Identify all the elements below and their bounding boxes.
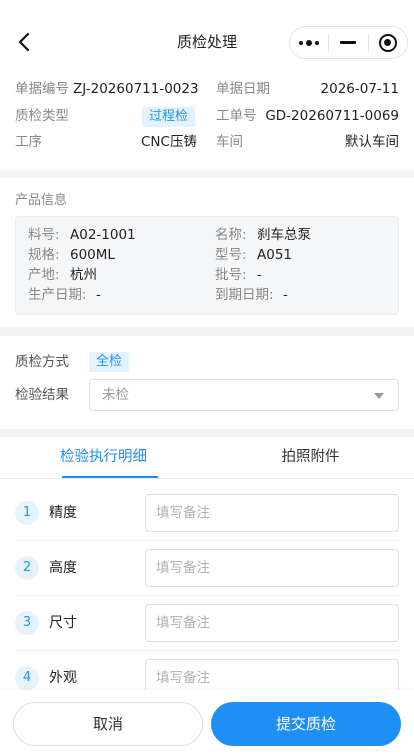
- bottom-action-bar: 取消 提交质检: [0, 690, 414, 756]
- batch-value: -: [257, 267, 262, 283]
- origin-value: 杭州: [70, 267, 97, 283]
- list-item: 2 高度: [0, 541, 414, 596]
- note-input[interactable]: [145, 494, 399, 532]
- model-value: A051: [257, 247, 293, 263]
- result-select[interactable]: 未检: [89, 379, 399, 411]
- qc-type-label: 质检类型: [15, 108, 69, 124]
- exp-date-value: -: [283, 287, 288, 303]
- minimize-button[interactable]: [329, 27, 367, 58]
- method-tag: 全检: [89, 352, 130, 372]
- model-label: 型号:: [215, 247, 247, 263]
- method-label: 质检方式: [15, 354, 69, 370]
- mfg-date-label: 生产日期:: [28, 287, 87, 303]
- process-value: CNC压铸: [141, 134, 197, 150]
- item-number-badge: 3: [15, 611, 39, 635]
- process-label: 工序: [15, 134, 42, 150]
- tab-inspection-details[interactable]: 检验执行明细: [0, 437, 207, 479]
- item-number-badge: 2: [15, 556, 39, 580]
- item-name: 外观: [49, 670, 77, 686]
- method-value: 全检: [89, 352, 130, 372]
- name-value: 刹车总泵: [257, 227, 311, 243]
- list-item: 3 尺寸: [0, 596, 414, 651]
- more-dots-icon: [299, 39, 320, 46]
- tab-bar: 检验执行明细 拍照附件: [0, 437, 414, 479]
- doc-date-value: 2026-07-11: [320, 81, 399, 97]
- item-name: 尺寸: [49, 615, 77, 631]
- more-button[interactable]: [290, 27, 328, 58]
- minimize-icon: [340, 41, 357, 44]
- result-label: 检验结果: [15, 387, 69, 403]
- origin-label: 产地:: [28, 267, 60, 283]
- note-input[interactable]: [145, 549, 399, 587]
- work-order-value: GD-20260711-0069: [265, 108, 399, 124]
- item-name: 高度: [49, 560, 77, 576]
- product-info-title: 产品信息: [15, 193, 68, 208]
- item-name: 精度: [49, 505, 77, 521]
- item-number-badge: 1: [15, 501, 39, 525]
- name-label: 名称:: [215, 227, 247, 243]
- header-row: 质检类型 过程检 工单号 GD-20260711-0069: [15, 106, 399, 127]
- work-order-label: 工单号: [216, 108, 257, 124]
- active-tab-indicator: [62, 476, 158, 478]
- close-button[interactable]: [369, 27, 407, 58]
- exp-date-label: 到期日期:: [215, 287, 274, 303]
- tab-photo-attachments[interactable]: 拍照附件: [207, 437, 414, 479]
- submit-inspection-button[interactable]: 提交质检: [211, 702, 401, 746]
- spec-value: 600ML: [70, 247, 115, 263]
- qc-type-tag: 过程检: [142, 106, 196, 127]
- item-number-badge: 4: [15, 666, 39, 690]
- batch-label: 批号:: [215, 267, 247, 283]
- caret-down-icon: [374, 393, 384, 399]
- doc-no-value: ZJ-20260711-0023: [73, 81, 199, 97]
- workshop-value: 默认车间: [345, 134, 399, 150]
- material-value: A02-1001: [70, 227, 136, 243]
- qc-type-value: 过程检: [142, 107, 196, 127]
- list-item: 1 精度: [0, 486, 414, 541]
- cancel-button[interactable]: 取消: [13, 702, 203, 746]
- header-row: 单据编号 ZJ-20260711-0023 单据日期 2026-07-11: [15, 79, 399, 99]
- product-info-card: 料号: A02-1001 名称: 刹车总泵 规格: 600ML 型号: A051…: [15, 216, 399, 315]
- mini-program-capsule: [289, 26, 408, 59]
- inspection-section: 质检方式 全检 检验结果 未检: [0, 336, 414, 429]
- result-select-value: 未检: [102, 387, 129, 403]
- mfg-date-value: -: [96, 287, 101, 303]
- note-input[interactable]: [145, 604, 399, 642]
- close-target-icon: [378, 33, 397, 52]
- doc-date-label: 单据日期: [216, 81, 270, 97]
- workshop-label: 车间: [216, 134, 243, 150]
- document-header: 单据编号 ZJ-20260711-0023 单据日期 2026-07-11 质检…: [0, 70, 414, 170]
- doc-no-label: 单据编号: [15, 81, 69, 97]
- spec-label: 规格:: [28, 247, 60, 263]
- product-info-section: 产品信息 料号: A02-1001 名称: 刹车总泵 规格: 600ML 型号:…: [0, 178, 414, 327]
- header-row: 工序 CNC压铸 车间 默认车间: [15, 132, 399, 152]
- material-label: 料号:: [28, 227, 60, 243]
